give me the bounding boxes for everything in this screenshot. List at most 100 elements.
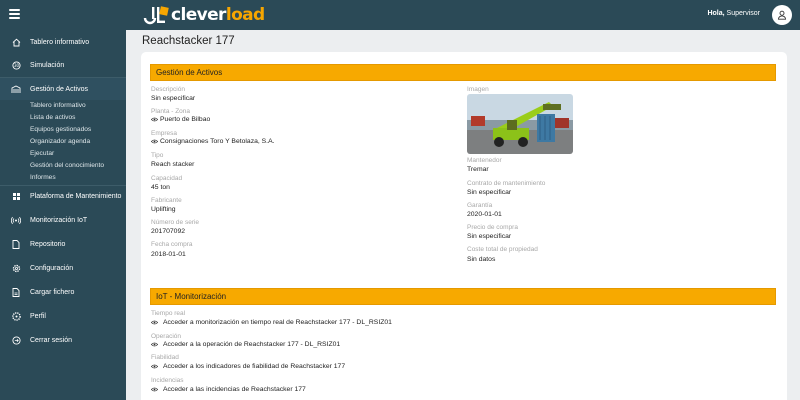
link-fiabilidad-text: Acceder a los indicadores de fiabilidad …	[163, 363, 346, 370]
logout-icon	[11, 335, 21, 345]
submenu-item[interactable]: Informes	[30, 174, 56, 181]
link-tiempo-real[interactable]: Acceder a monitorización en tiempo real …	[151, 319, 392, 326]
link-operacion[interactable]: Acceder a la operación de Reachstacker 1…	[151, 341, 340, 348]
cleverload-logo[interactable]: cleverload	[143, 3, 265, 27]
sidebar-item-label: Plataforma de Mantenimiento	[30, 192, 122, 200]
link-incidencias-text: Acceder a las incidencias de Reachstacke…	[163, 386, 306, 393]
sidebar-item-label: Configuración	[30, 264, 74, 272]
sidebar-item-mantenimiento[interactable]: Plataforma de Mantenimiento	[0, 185, 126, 207]
sidebar-item-repositorio[interactable]: Repositorio	[0, 233, 126, 255]
submenu-item[interactable]: Organizador agenda	[30, 138, 90, 145]
hamburger-menu-icon[interactable]	[9, 9, 20, 19]
user-icon	[777, 10, 787, 20]
field-value-contrato: Sin especificar	[467, 189, 512, 196]
sidebar-item-gestion-activos[interactable]: Gestión de Activos	[0, 78, 126, 100]
field-value-tipo: Reach stacker	[151, 161, 195, 168]
eye-icon	[151, 364, 158, 369]
logo-text-clever: clever	[171, 5, 226, 25]
home-icon	[11, 37, 21, 47]
link-tiempo-real-text: Acceder a monitorización en tiempo real …	[163, 319, 392, 326]
file-icon	[11, 239, 21, 249]
field-value-fecha-compra: 2018-01-01	[151, 251, 186, 258]
sidebar-item-tablero[interactable]: Tablero informativo	[0, 31, 126, 53]
link-fiabilidad[interactable]: Acceder a los indicadores de fiabilidad …	[151, 363, 345, 370]
field-label-contrato: Contrato de mantenimiento	[467, 180, 546, 187]
sidebar: Tablero informativo 30 Simulación Gestió…	[0, 30, 126, 400]
section-header-iot: IoT - Monitorización	[150, 288, 776, 305]
link-incidencias[interactable]: Acceder a las incidencias de Reachstacke…	[151, 386, 306, 393]
eye-icon	[151, 387, 158, 392]
eye-icon	[151, 320, 158, 325]
assets-icon	[11, 84, 21, 94]
field-label-incidencias: Incidencias	[151, 377, 184, 384]
user-avatar-button[interactable]	[772, 5, 792, 25]
field-label-garantia: Garantía	[467, 202, 493, 209]
eye-icon	[151, 139, 158, 144]
sidebar-item-cerrar-sesion[interactable]: Cerrar sesión	[0, 329, 126, 351]
sidebar-item-label: Tablero informativo	[30, 38, 90, 46]
field-label-fabricante: Fabricante	[151, 197, 182, 204]
field-value-precio-compra: Sin especificar	[467, 233, 512, 240]
section-header-gestion-activos: Gestión de Activos	[150, 64, 776, 81]
sidebar-item-configuracion[interactable]: Configuración	[0, 257, 126, 279]
svg-text:30: 30	[13, 63, 19, 68]
simulation-icon: 30	[11, 60, 21, 70]
logo-text-load: load	[225, 5, 265, 25]
page-title: Reachstacker 177	[142, 35, 235, 47]
field-value-numero-serie: 201707092	[151, 228, 186, 235]
sidebar-item-cargar-fichero[interactable]: Cargar fichero	[0, 281, 126, 303]
sidebar-item-label: Perfil	[30, 312, 46, 320]
field-label-descripcion: Descripción	[151, 86, 185, 93]
user-greeting: Hola, Supervisor	[707, 10, 760, 17]
field-label-fecha-compra: Fecha compra	[151, 241, 193, 248]
eye-icon	[151, 117, 158, 122]
sidebar-item-simulacion[interactable]: 30 Simulación	[0, 54, 126, 76]
sidebar-item-perfil[interactable]: Perfil	[0, 305, 126, 327]
field-value-fabricante: Uplifting	[151, 206, 176, 213]
sidebar-item-label: Cerrar sesión	[30, 336, 73, 344]
iot-icon	[11, 215, 21, 225]
field-value-descripcion: Sin especificar	[151, 95, 196, 102]
field-label-numero-serie: Número de serie	[151, 219, 200, 226]
field-value-mantenedor: Tremar	[467, 166, 489, 173]
link-operacion-text: Acceder a la operación de Reachstacker 1…	[163, 341, 341, 348]
reachstacker-photo	[467, 94, 573, 154]
link-empresa[interactable]: Consignaciones Toro Y Betolaza, S.A.	[151, 138, 275, 145]
submenu-item[interactable]: Tablero informativo	[30, 102, 86, 109]
eye-icon	[151, 342, 158, 347]
gear-icon	[11, 263, 21, 273]
field-label-coste-total: Coste total de propiedad	[467, 246, 538, 253]
sidebar-item-label: Simulación	[30, 61, 65, 69]
field-label-tipo: Tipo	[151, 152, 164, 159]
logo-mark-icon	[143, 4, 169, 26]
field-label-capacidad: Capacidad	[151, 175, 183, 182]
field-label-fiabilidad: Fiabilidad	[151, 354, 179, 361]
maintenance-icon	[11, 191, 21, 201]
field-label-tiempo-real: Tiempo real	[151, 310, 186, 317]
field-label-mantenedor: Mantenedor	[467, 157, 502, 164]
field-label-planta-zona: Planta - Zona	[151, 108, 191, 115]
submenu-item[interactable]: Gestión del conocimiento	[30, 162, 104, 169]
field-value-capacidad: 45 ton	[151, 184, 170, 191]
upload-file-icon	[11, 287, 21, 297]
field-value-coste-total: Sin datos	[467, 256, 496, 263]
link-planta-zona-text: Puerto de Bilbao	[160, 116, 211, 123]
sidebar-item-label: Repositorio	[30, 240, 66, 248]
top-bar: cleverload Hola, Supervisor	[0, 0, 800, 30]
field-label-operacion: Operación	[151, 333, 181, 340]
link-empresa-text: Consignaciones Toro Y Betolaza, S.A.	[160, 138, 275, 145]
submenu-item[interactable]: Ejecutar	[30, 150, 54, 157]
sidebar-item-iot[interactable]: Monitorización IoT	[0, 209, 126, 231]
submenu-item[interactable]: Equipos gestionados	[30, 126, 91, 133]
sidebar-item-label: Gestión de Activos	[30, 85, 88, 93]
sidebar-item-label: Cargar fichero	[30, 288, 75, 296]
sidebar-item-label: Monitorización IoT	[30, 216, 88, 224]
submenu-item[interactable]: Lista de activos	[30, 114, 75, 121]
field-label-imagen: Imagen	[467, 86, 489, 93]
greeting-user: Supervisor	[726, 10, 760, 17]
link-planta-zona[interactable]: Puerto de Bilbao	[151, 116, 210, 123]
field-label-empresa: Empresa	[151, 130, 178, 137]
field-label-precio-compra: Precio de compra	[467, 224, 518, 231]
logo-text: cleverload	[171, 4, 265, 26]
profile-icon	[11, 311, 21, 321]
